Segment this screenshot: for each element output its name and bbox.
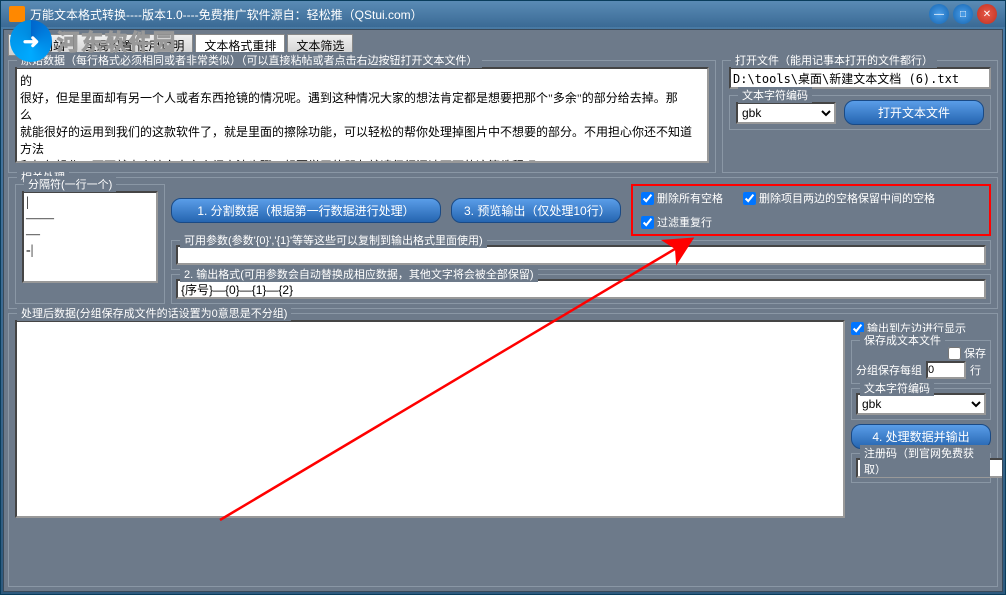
enc-save-legend: 文本字符编码 <box>860 380 934 396</box>
params-input[interactable] <box>176 245 986 265</box>
params-legend: 可用参数(参数'{0}','{1}'等等这些可以复制到输出格式里面使用) <box>180 232 487 248</box>
preview-button[interactable]: 3. 预览输出（仅处理10行） <box>451 198 621 223</box>
delimiter-textarea[interactable] <box>22 191 158 283</box>
outfmt-legend: 2. 输出格式(可用参数会自动替换成相应数据，其他文字将会被全部保留) <box>180 266 538 282</box>
file-path-input[interactable] <box>729 67 991 89</box>
raw-data-textarea[interactable] <box>15 67 709 163</box>
output-textarea[interactable] <box>15 320 845 518</box>
reg-fieldset: 注册码（到官网免费获取） ... <box>851 453 991 483</box>
chk-trim-sides[interactable]: 删除项目两边的空格保留中间的空格 <box>743 190 935 206</box>
group-label-a: 分组保存每组 <box>856 362 922 378</box>
enc-save-fieldset: 文本字符编码 gbk <box>851 388 991 420</box>
client-area: 官方网站 全局设置/使用说明 文本格式重排 文本筛选 原始数据（每行格式必须相同… <box>3 29 1003 592</box>
related-fieldset: 相关处理 分隔符(一行一个) 1. 分割数据（根据第一行数据进行处理） 3. 预… <box>8 177 998 309</box>
chk-dedup[interactable]: 过滤重复行 <box>641 214 712 230</box>
processed-legend: 处理后数据(分组保存成文件的话设置为0意思是不分组) <box>17 305 291 321</box>
delim-legend: 分隔符(一行一个) <box>24 176 116 192</box>
delim-fieldset: 分隔符(一行一个) <box>15 184 165 304</box>
app-icon <box>9 6 25 22</box>
open-file-button[interactable]: 打开文本文件 <box>844 100 984 125</box>
titlebar[interactable]: 万能文本格式转换----版本1.0----免费推广软件源自：轻松推（QStui.… <box>1 1 1005 27</box>
reg-legend: 注册码（到官网免费获取） <box>860 445 990 477</box>
close-button[interactable]: ✕ <box>977 4 997 24</box>
outfmt-fieldset: 2. 输出格式(可用参数会自动替换成相应数据，其他文字将会被全部保留) <box>171 274 991 304</box>
encoding-select-save[interactable]: gbk <box>856 393 986 415</box>
raw-data-fieldset: 原始数据（每行格式必须相同或者非常类似）（可以直接粘帖或者点击右边按钮打开文本文… <box>8 60 716 173</box>
options-highlight-box: 删除所有空格 删除项目两边的空格保留中间的空格 过滤重复行 <box>631 184 991 236</box>
chk-trim-all[interactable]: 删除所有空格 <box>641 190 723 206</box>
save-legend: 保存成文本文件 <box>860 332 945 348</box>
enc-legend-open: 文本字符编码 <box>738 87 812 103</box>
window-title: 万能文本格式转换----版本1.0----免费推广软件源自：轻松推（QStui.… <box>30 6 423 23</box>
encoding-select-open[interactable]: gbk <box>736 102 836 124</box>
raw-legend: 原始数据（每行格式必须相同或者非常类似）（可以直接粘帖或者点击右边按钮打开文本文… <box>17 52 482 68</box>
group-label-b: 行 <box>970 362 981 378</box>
processed-fieldset: 处理后数据(分组保存成文件的话设置为0意思是不分组) 输出到左边进行显示 保存成… <box>8 313 998 587</box>
openfile-fieldset: 打开文件（能用记事本打开的文件都行） 文本字符编码 gbk 打开文本文件 <box>722 60 998 173</box>
save-fieldset: 保存成文本文件 保存 分组保存每组 行 <box>851 340 991 384</box>
minimize-button[interactable]: — <box>929 4 949 24</box>
split-button[interactable]: 1. 分割数据（根据第一行数据进行处理） <box>171 198 441 223</box>
group-size-input[interactable] <box>926 361 966 379</box>
app-window: 万能文本格式转换----版本1.0----免费推广软件源自：轻松推（QStui.… <box>0 0 1006 595</box>
outfmt-input[interactable] <box>176 279 986 299</box>
openfile-legend: 打开文件（能用记事本打开的文件都行） <box>731 52 937 68</box>
maximize-button[interactable]: □ <box>953 4 973 24</box>
chk-save[interactable]: 保存 <box>948 345 986 361</box>
